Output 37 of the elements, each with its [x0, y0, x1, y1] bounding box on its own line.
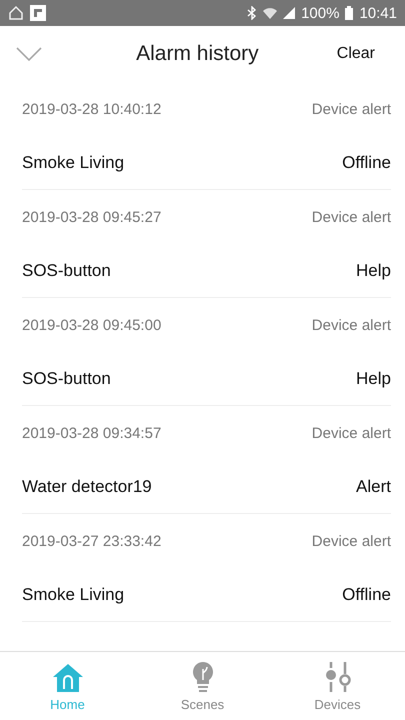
alarm-type: Device alert — [312, 532, 391, 550]
app-icon — [30, 5, 46, 21]
alarm-status: Offline — [342, 584, 391, 604]
alarm-time: 2019-03-28 10:40:12 — [22, 100, 162, 118]
clear-button[interactable]: Clear — [332, 41, 379, 67]
wifi-icon — [263, 7, 278, 19]
alarm-status: Alert — [356, 476, 391, 496]
home-icon — [52, 662, 84, 692]
home-outline-icon — [8, 5, 24, 21]
battery-icon — [345, 6, 354, 20]
tab[interactable]: Devices — [270, 652, 405, 720]
alarm-time: 2019-03-28 09:45:27 — [22, 208, 162, 226]
battery-level: 100% — [301, 4, 340, 22]
page-title: Alarm history — [135, 42, 260, 66]
chevron-down-icon[interactable] — [16, 47, 42, 61]
alarm-status: Help — [356, 260, 391, 280]
alarm-status: Help — [356, 368, 391, 388]
device-name: Smoke Living — [22, 584, 124, 604]
alarm-type: Device alert — [312, 424, 391, 442]
alarm-time: 2019-03-28 09:34:57 — [22, 424, 162, 442]
sliders-icon — [324, 660, 350, 692]
clock: 10:41 — [359, 4, 397, 22]
alarm-status: Offline — [342, 152, 391, 172]
device-name: Smoke Living — [22, 152, 124, 172]
alarm-time: 2019-03-27 23:33:42 — [22, 532, 162, 550]
signal-icon — [283, 7, 296, 19]
device-name: SOS-button — [22, 368, 111, 388]
lightbulb-icon — [192, 660, 214, 692]
bluetooth-icon — [247, 6, 258, 20]
alarm-type: Device alert — [312, 208, 391, 226]
alarm-time: 2019-03-28 09:45:00 — [22, 316, 162, 334]
tab[interactable]: Scenes — [135, 652, 270, 720]
device-name: SOS-button — [22, 260, 111, 280]
alarm-type: Device alert — [312, 100, 391, 118]
device-name: Water detector19 — [22, 476, 152, 496]
alarm-type: Device alert — [312, 316, 391, 334]
tab[interactable]: Home — [0, 652, 135, 720]
